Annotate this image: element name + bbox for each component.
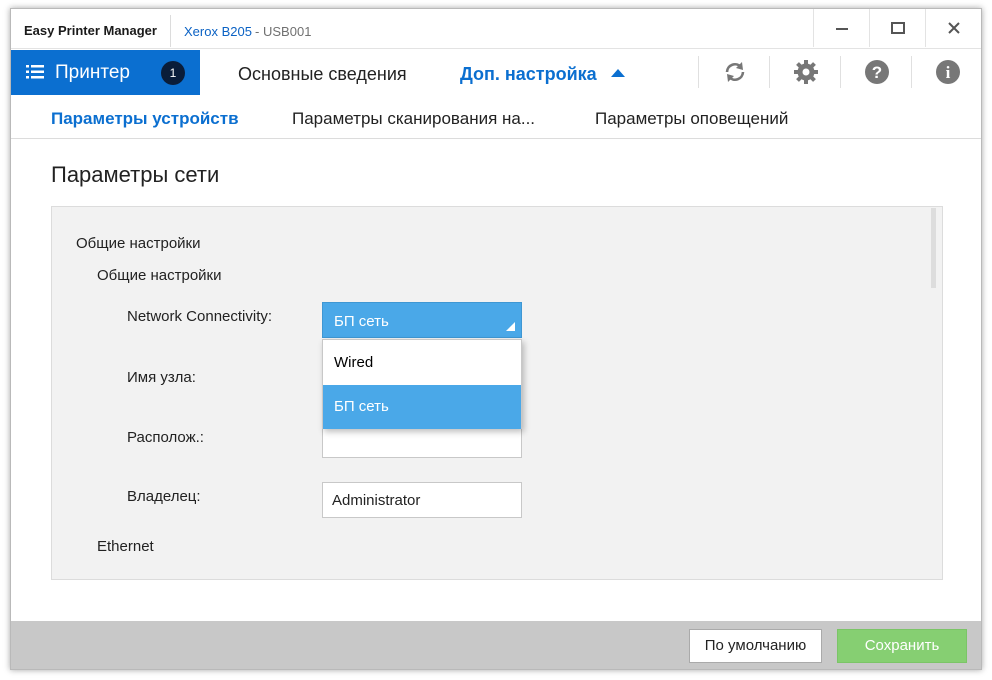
subtab-notification-settings[interactable]: Параметры оповещений [595, 109, 788, 129]
minimize-icon [835, 28, 848, 30]
svg-text:?: ? [872, 63, 882, 82]
default-button[interactable]: По умолчанию [689, 629, 822, 663]
close-icon [947, 22, 960, 34]
section-ethernet[interactable]: Ethernet [97, 538, 154, 555]
refresh-icon[interactable] [722, 59, 748, 85]
device-name[interactable]: Xerox B205 [184, 24, 252, 39]
help-icon[interactable]: ? [864, 59, 890, 85]
info-icon[interactable]: i [935, 59, 961, 85]
panel-scrollbar[interactable] [931, 208, 936, 288]
section-general-settings[interactable]: Общие настройки [76, 235, 201, 252]
tab-advanced-settings[interactable]: Доп. настройка [460, 64, 597, 85]
host-name-label: Имя узла: [127, 369, 196, 386]
network-connectivity-dropdown: Wired БП сеть [322, 339, 522, 429]
subtab-device-settings[interactable]: Параметры устройств [51, 109, 239, 129]
svg-text:i: i [946, 63, 951, 82]
dropdown-option-wireless[interactable]: БП сеть [323, 385, 521, 429]
device-port: USB001 [263, 24, 312, 39]
toolbar-divider [769, 56, 770, 88]
maximize-button[interactable] [869, 9, 925, 47]
dropdown-option-label: БП сеть [334, 398, 389, 415]
chevron-up-icon [611, 69, 625, 77]
toolbar-divider [698, 56, 699, 88]
subsection-general-settings[interactable]: Общие настройки [97, 267, 222, 284]
app-title: Easy Printer Manager [24, 23, 157, 38]
dropdown-option-wired[interactable]: Wired [323, 341, 521, 385]
printer-tab-label: Принтер [55, 62, 130, 83]
device-separator: - [255, 24, 260, 39]
gear-icon[interactable] [793, 59, 819, 85]
network-connectivity-select[interactable]: БП сеть [322, 302, 522, 338]
owner-label: Владелец: [127, 488, 201, 505]
dropdown-arrow-icon [506, 322, 515, 331]
title-bar: Easy Printer Manager Xerox B205 - USB001 [11, 9, 981, 49]
footer-bar: По умолчанию Сохранить [11, 621, 981, 669]
minimize-button[interactable] [813, 9, 869, 47]
location-label: Располож.: [127, 429, 204, 446]
network-connectivity-value: БП сеть [334, 313, 389, 330]
list-icon [26, 65, 44, 79]
subtab-scan-settings[interactable]: Параметры сканирования на... [292, 109, 535, 129]
maximize-icon [890, 22, 905, 34]
page-title: Параметры сети [51, 162, 220, 187]
toolbar-divider [840, 56, 841, 88]
title-divider [170, 15, 171, 47]
tab-basic-info[interactable]: Основные сведения [238, 64, 407, 85]
dropdown-option-label: Wired [334, 354, 374, 371]
toolbar-divider [911, 56, 912, 88]
save-button[interactable]: Сохранить [837, 629, 967, 663]
app-window: Easy Printer Manager Xerox B205 - USB001… [10, 8, 982, 670]
printer-count-badge: 1 [161, 61, 185, 85]
network-connectivity-label: Network Connectivity: [127, 308, 273, 325]
owner-value: Administrator [332, 492, 421, 509]
printer-tab[interactable]: Принтер 1 [11, 50, 200, 95]
close-button[interactable] [925, 9, 981, 47]
sub-navigation: Параметры устройств Параметры сканирован… [11, 95, 981, 139]
owner-input[interactable]: Administrator [322, 482, 522, 518]
